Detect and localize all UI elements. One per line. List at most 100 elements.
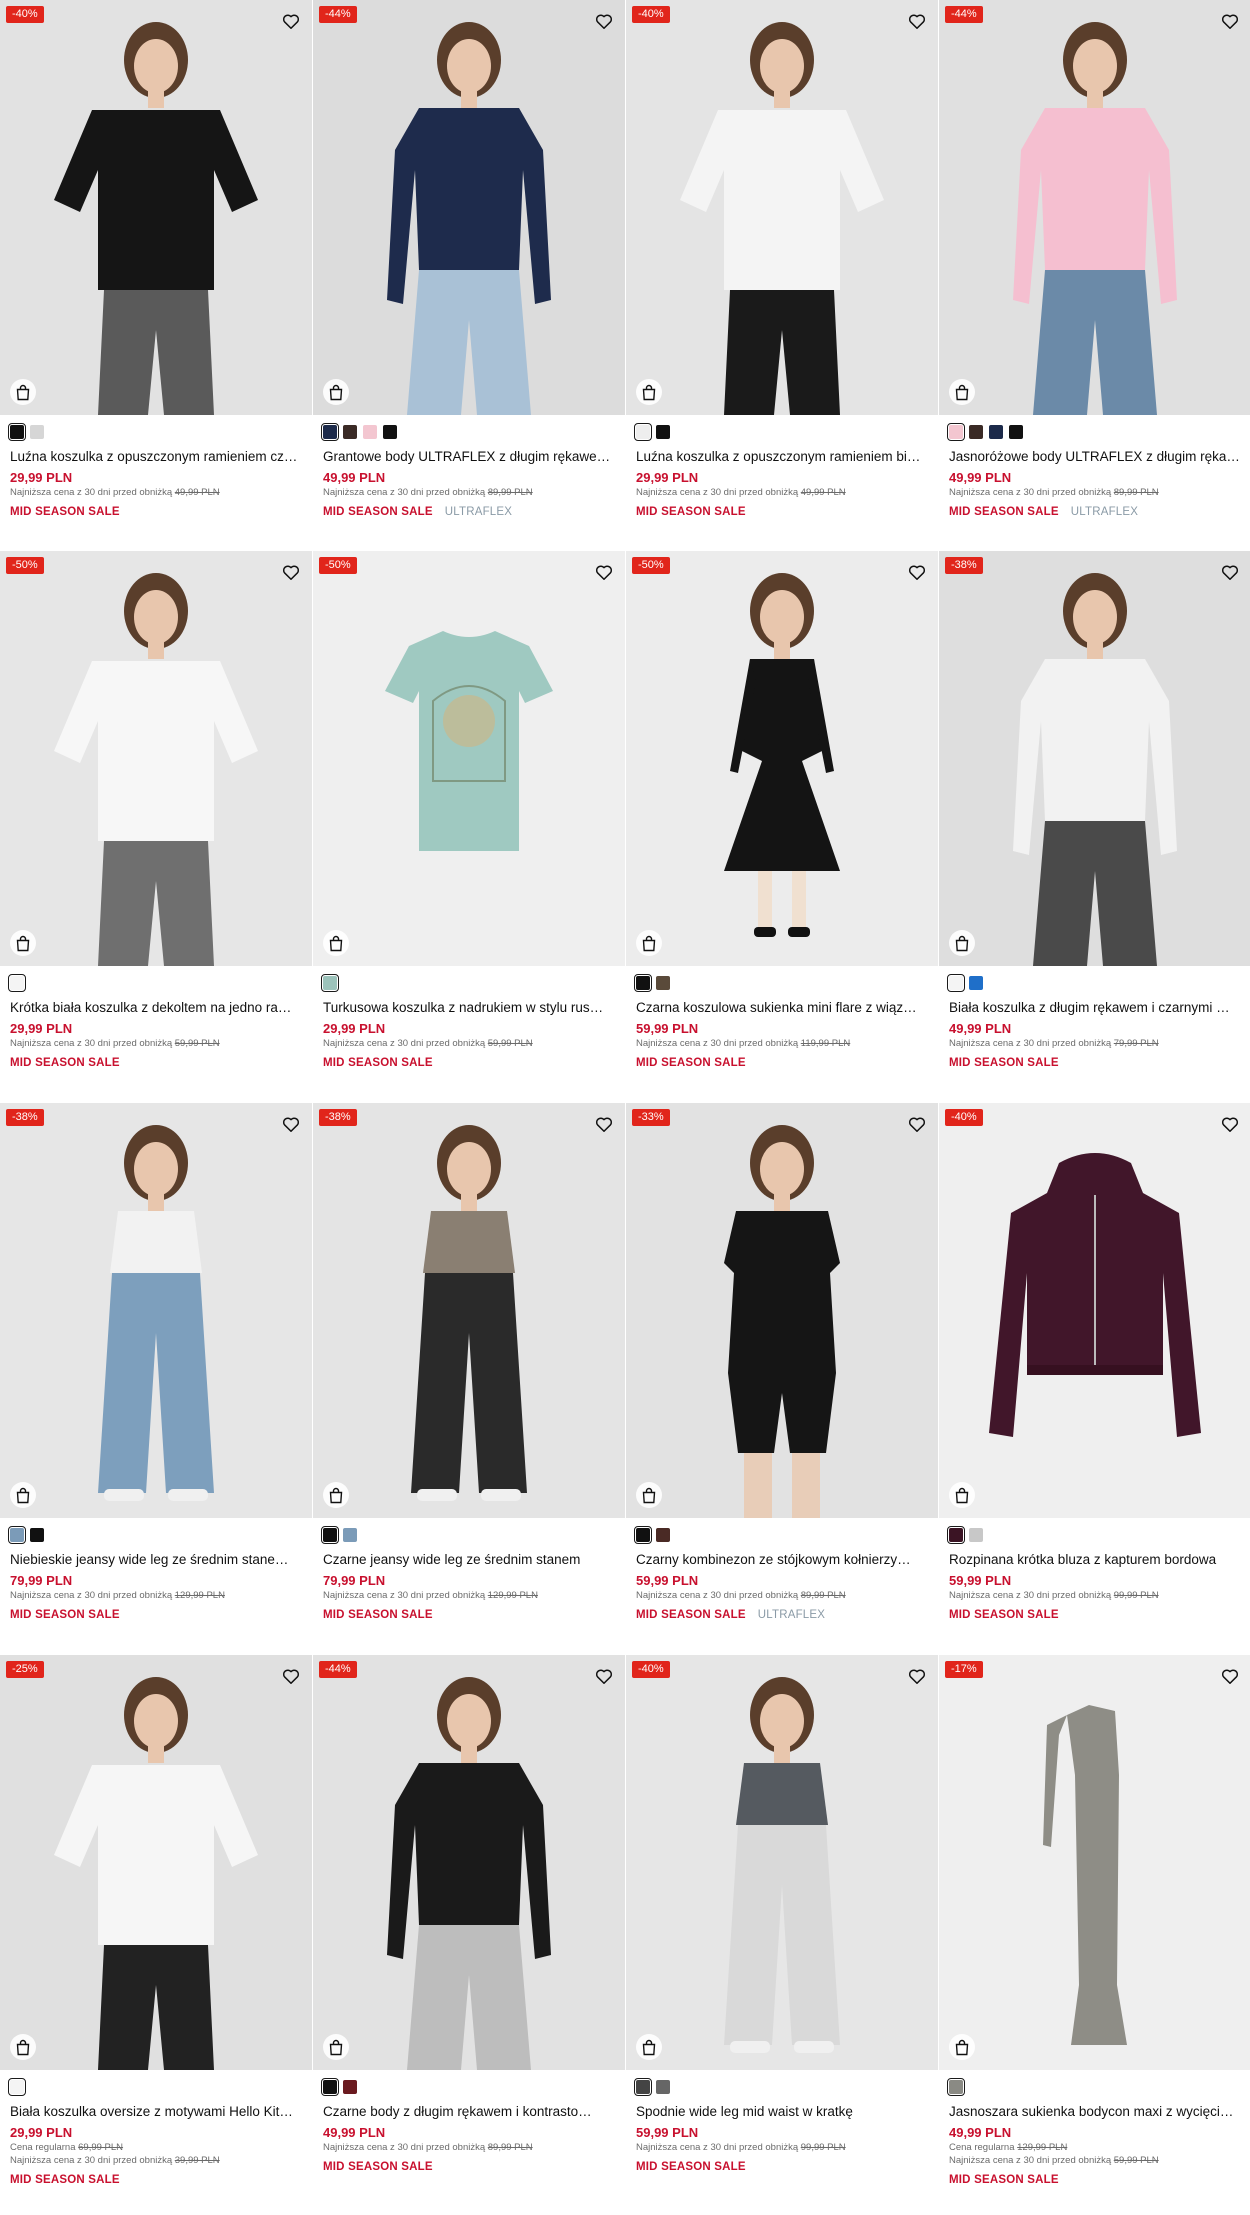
color-swatch[interactable] <box>634 423 652 441</box>
product-image[interactable]: -44% <box>313 0 625 415</box>
color-swatch[interactable] <box>969 1528 983 1542</box>
shopping-bag-icon[interactable] <box>949 2034 975 2060</box>
product-card[interactable]: -25% Biała koszulka oversize z motywami … <box>0 1655 312 2206</box>
product-image[interactable]: -40% <box>0 0 312 415</box>
color-swatch[interactable] <box>30 425 44 439</box>
color-swatch[interactable] <box>947 974 965 992</box>
heart-icon[interactable] <box>593 1113 615 1135</box>
shopping-bag-icon[interactable] <box>323 930 349 956</box>
product-image[interactable]: -50% <box>0 551 312 966</box>
product-name[interactable]: Czarne jeansy wide leg ze średnim stanem <box>323 1551 617 1569</box>
heart-icon[interactable] <box>906 1113 928 1135</box>
color-swatch[interactable] <box>634 2078 652 2096</box>
product-card[interactable]: -38% Czarne jeansy wide leg ze średnim s… <box>313 1103 625 1654</box>
product-image[interactable]: -17% <box>939 1655 1250 2070</box>
shopping-bag-icon[interactable] <box>636 1482 662 1508</box>
product-image[interactable]: -44% <box>313 1655 625 2070</box>
shopping-bag-icon[interactable] <box>323 2034 349 2060</box>
shopping-bag-icon[interactable] <box>949 1482 975 1508</box>
color-swatch[interactable] <box>656 2080 670 2094</box>
product-card[interactable]: -17% Jasnoszara sukienka bodycon maxi z … <box>939 1655 1250 2206</box>
color-swatch[interactable] <box>656 976 670 990</box>
product-card[interactable]: -40% Spodnie wide leg mid waist w kratkę… <box>626 1655 938 2206</box>
heart-icon[interactable] <box>280 10 302 32</box>
heart-icon[interactable] <box>1219 10 1241 32</box>
shopping-bag-icon[interactable] <box>10 930 36 956</box>
color-swatch[interactable] <box>634 1526 652 1544</box>
product-image[interactable]: -25% <box>0 1655 312 2070</box>
product-name[interactable]: Krótka biała koszulka z dekoltem na jedn… <box>10 999 304 1017</box>
product-image[interactable]: -38% <box>0 1103 312 1518</box>
product-card[interactable]: -44% Grantowe body ULTRAFLEX z długim rę… <box>313 0 625 551</box>
product-card[interactable]: -40% Rozpinana krótka bluza z kapturem b… <box>939 1103 1250 1654</box>
product-card[interactable]: -50% Czarna koszulowa sukienka mini flar… <box>626 551 938 1102</box>
product-image[interactable]: -50% <box>626 551 938 966</box>
color-swatch[interactable] <box>969 425 983 439</box>
color-swatch[interactable] <box>656 1528 670 1542</box>
shopping-bag-icon[interactable] <box>10 2034 36 2060</box>
product-name[interactable]: Jasnoróżowe body ULTRAFLEX z długim ręka… <box>949 448 1243 466</box>
color-swatch[interactable] <box>947 1526 965 1544</box>
product-card[interactable]: -50% Turkusowa koszulka z nadrukiem w st… <box>313 551 625 1102</box>
product-image[interactable]: -38% <box>939 551 1250 966</box>
color-swatch[interactable] <box>363 425 377 439</box>
heart-icon[interactable] <box>906 1665 928 1687</box>
shopping-bag-icon[interactable] <box>10 379 36 405</box>
heart-icon[interactable] <box>593 1665 615 1687</box>
heart-icon[interactable] <box>280 1113 302 1135</box>
product-name[interactable]: Grantowe body ULTRAFLEX z długim rękawe… <box>323 448 617 466</box>
color-swatch[interactable] <box>969 976 983 990</box>
product-card[interactable]: -38% Niebieskie jeansy wide leg ze średn… <box>0 1103 312 1654</box>
heart-icon[interactable] <box>1219 561 1241 583</box>
shopping-bag-icon[interactable] <box>323 1482 349 1508</box>
product-name[interactable]: Niebieskie jeansy wide leg ze średnim st… <box>10 1551 304 1569</box>
heart-icon[interactable] <box>280 1665 302 1687</box>
shopping-bag-icon[interactable] <box>636 930 662 956</box>
color-swatch[interactable] <box>8 423 26 441</box>
product-card[interactable]: -40% Luźna koszulka z opuszczonym ramien… <box>0 0 312 551</box>
color-swatch[interactable] <box>343 425 357 439</box>
product-name[interactable]: Rozpinana krótka bluza z kapturem bordow… <box>949 1551 1243 1569</box>
color-swatch[interactable] <box>383 425 397 439</box>
product-name[interactable]: Czarny kombinezon ze stójkowym kołnierzy… <box>636 1551 930 1569</box>
color-swatch[interactable] <box>989 425 1003 439</box>
product-name[interactable]: Jasnoszara sukienka bodycon maxi z wycię… <box>949 2103 1243 2121</box>
product-image[interactable]: -40% <box>626 1655 938 2070</box>
shopping-bag-icon[interactable] <box>949 379 975 405</box>
color-swatch[interactable] <box>656 425 670 439</box>
product-name[interactable]: Biała koszulka oversize z motywami Hello… <box>10 2103 304 2121</box>
product-image[interactable]: -33% <box>626 1103 938 1518</box>
heart-icon[interactable] <box>1219 1113 1241 1135</box>
product-image[interactable]: -50% <box>313 551 625 966</box>
product-image[interactable]: -44% <box>939 0 1250 415</box>
color-swatch[interactable] <box>321 974 339 992</box>
color-swatch[interactable] <box>634 974 652 992</box>
heart-icon[interactable] <box>280 561 302 583</box>
product-card[interactable]: -40% Luźna koszulka z opuszczonym ramien… <box>626 0 938 551</box>
color-swatch[interactable] <box>1009 425 1023 439</box>
color-swatch[interactable] <box>947 423 965 441</box>
color-swatch[interactable] <box>947 2078 965 2096</box>
product-card[interactable]: -50% Krótka biała koszulka z dekoltem na… <box>0 551 312 1102</box>
heart-icon[interactable] <box>593 561 615 583</box>
product-card[interactable]: -44% Czarne body z długim rękawem i kont… <box>313 1655 625 2206</box>
product-name[interactable]: Turkusowa koszulka z nadrukiem w stylu r… <box>323 999 617 1017</box>
product-name[interactable]: Czarna koszulowa sukienka mini flare z w… <box>636 999 930 1017</box>
color-swatch[interactable] <box>8 1526 26 1544</box>
shopping-bag-icon[interactable] <box>636 379 662 405</box>
product-card[interactable]: -38% Biała koszulka z długim rękawem i c… <box>939 551 1250 1102</box>
product-name[interactable]: Luźna koszulka z opuszczonym ramieniem c… <box>10 448 304 466</box>
product-card[interactable]: -44% Jasnoróżowe body ULTRAFLEX z długim… <box>939 0 1250 551</box>
heart-icon[interactable] <box>906 561 928 583</box>
shopping-bag-icon[interactable] <box>323 379 349 405</box>
shopping-bag-icon[interactable] <box>949 930 975 956</box>
color-swatch[interactable] <box>343 1528 357 1542</box>
heart-icon[interactable] <box>593 10 615 32</box>
color-swatch[interactable] <box>321 2078 339 2096</box>
product-name[interactable]: Czarne body z długim rękawem i kontrasto… <box>323 2103 617 2121</box>
color-swatch[interactable] <box>321 423 339 441</box>
heart-icon[interactable] <box>906 10 928 32</box>
product-image[interactable]: -40% <box>939 1103 1250 1518</box>
shopping-bag-icon[interactable] <box>636 2034 662 2060</box>
product-name[interactable]: Biała koszulka z długim rękawem i czarny… <box>949 999 1243 1017</box>
